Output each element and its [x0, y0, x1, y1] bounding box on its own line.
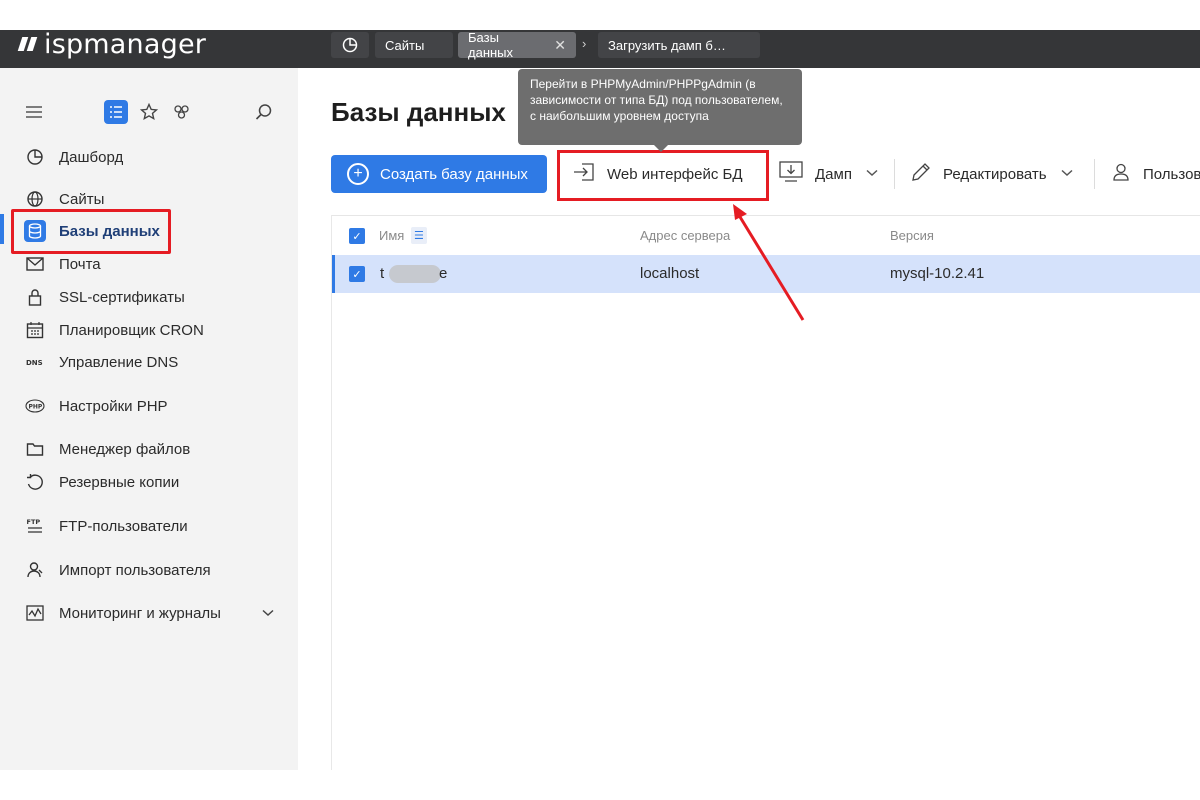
tab-dashboard[interactable] [331, 32, 369, 58]
column-header-version[interactable]: Версия [890, 228, 934, 243]
cell-version: mysql-10.2.41 [890, 265, 985, 282]
redacted-blur [389, 265, 441, 283]
php-icon: PHP [24, 395, 46, 417]
tab-sites-label: Сайты [385, 37, 425, 53]
sidebar-toolbar [0, 98, 298, 128]
sidebar: Дашборд Сайты Базы данных Почта SSL-серт… [0, 68, 298, 770]
select-all-checkbox[interactable]: ✓ [349, 228, 365, 244]
tab-databases-label: Базы данных [468, 30, 514, 60]
monitoring-icon [24, 602, 46, 624]
cell-name-end: e [439, 265, 448, 282]
users-button[interactable]: Пользов [1111, 155, 1200, 193]
sidebar-item-label: Резервные копии [59, 473, 180, 491]
star-icon[interactable] [137, 100, 161, 124]
sidebar-item-label: Планировщик CRON [59, 321, 204, 339]
mail-icon [24, 253, 46, 275]
sidebar-item-backups[interactable]: Резервные копии [0, 469, 298, 495]
chevron-down-icon[interactable] [262, 606, 274, 620]
plus-icon: + [347, 163, 369, 185]
tab-databases[interactable]: Базы данных ✕ [458, 30, 576, 60]
annotation-highlight-sidebar [11, 209, 171, 254]
sidebar-item-label: SSL-сертификаты [59, 288, 185, 306]
chevron-down-icon [1061, 168, 1073, 180]
create-database-button[interactable]: + Создать базу данных [331, 155, 547, 193]
calendar-icon [24, 319, 46, 341]
tab-upload-dump-label: Загрузить дамп б… [608, 37, 726, 53]
sidebar-item-label: Импорт пользователя [59, 561, 211, 579]
menu-icon[interactable] [22, 100, 46, 124]
dump-label: Дамп [815, 165, 852, 183]
dns-icon: DNS [24, 351, 46, 373]
apps-icon[interactable] [170, 100, 194, 124]
top-bar: ispmanager Сайты Базы данных ✕ › Загрузи… [0, 28, 1200, 68]
sidebar-item-label: Почта [59, 255, 101, 273]
sidebar-item-ftp[interactable]: FTP FTP-пользователи [0, 513, 298, 539]
chevron-down-icon [866, 168, 878, 180]
sidebar-item-cron[interactable]: Планировщик CRON [0, 317, 298, 343]
svg-text:DNS: DNS [26, 359, 43, 367]
column-header-address[interactable]: Адрес сервера [640, 228, 730, 243]
column-header-name[interactable]: Имя [379, 228, 404, 243]
list-icon[interactable] [104, 100, 128, 124]
lock-icon [24, 286, 46, 308]
cell-name-start: t [380, 265, 385, 282]
globe-icon [24, 188, 46, 210]
user-import-icon [24, 559, 46, 581]
page-title: Базы данных [331, 97, 506, 127]
row-checkbox[interactable]: ✓ [349, 266, 365, 282]
tooltip-text: Перейти в PHPMyAdmin/PHPPgAdmin (в завис… [530, 77, 783, 123]
sidebar-item-dashboard[interactable]: Дашборд [0, 144, 298, 170]
svg-text:FTP: FTP [27, 518, 41, 526]
user-icon [1111, 162, 1131, 187]
sidebar-item-label: Сайты [59, 190, 105, 208]
download-icon [779, 160, 803, 188]
folder-icon [24, 438, 46, 460]
tab-sites[interactable]: Сайты [375, 32, 453, 58]
backup-icon [24, 471, 46, 493]
chevron-right-icon: › [582, 36, 587, 51]
page: ispmanager Сайты Базы данных ✕ › Загрузи… [0, 0, 1200, 800]
logo-mark-icon [18, 37, 38, 51]
sidebar-item-label: Дашборд [59, 148, 124, 166]
dashboard-icon [342, 37, 358, 53]
toolbar-divider [894, 159, 895, 189]
toolbar-divider [1094, 159, 1095, 189]
sort-icon[interactable]: ☰ [411, 227, 427, 244]
svg-text:PHP: PHP [29, 404, 43, 411]
sidebar-item-label: Менеджер файлов [59, 440, 191, 458]
sidebar-item-dns[interactable]: DNS Управление DNS [0, 349, 298, 375]
sidebar-item-label: Настройки PHP [59, 397, 168, 415]
users-label: Пользов [1143, 165, 1200, 183]
sidebar-item-files[interactable]: Менеджер файлов [0, 436, 298, 462]
sidebar-item-mail[interactable]: Почта [0, 251, 298, 277]
create-database-label: Создать базу данных [380, 165, 528, 183]
edit-label: Редактировать [943, 165, 1047, 183]
sidebar-item-label: FTP-пользователи [59, 517, 188, 535]
tooltip: Перейти в PHPMyAdmin/PHPPgAdmin (в завис… [518, 69, 802, 152]
ftp-icon: FTP [24, 515, 46, 537]
sidebar-item-monitoring[interactable]: Мониторинг и журналы [0, 600, 298, 626]
search-icon[interactable] [252, 100, 276, 124]
annotation-highlight-web [557, 150, 769, 201]
edit-button[interactable]: Редактировать [911, 155, 1073, 193]
logo[interactable]: ispmanager [18, 28, 207, 60]
annotation-arrow [733, 204, 805, 321]
dump-button[interactable]: Дамп [779, 155, 878, 193]
sidebar-item-label: Мониторинг и журналы [59, 604, 221, 622]
logo-text: ispmanager [44, 28, 207, 60]
pencil-icon [911, 162, 931, 187]
tab-upload-dump[interactable]: Загрузить дамп б… [598, 32, 760, 58]
cell-address: localhost [640, 265, 700, 282]
dashboard-icon [24, 146, 46, 168]
sidebar-item-ssl[interactable]: SSL-сертификаты [0, 284, 298, 310]
sidebar-item-label: Управление DNS [59, 353, 179, 371]
close-icon[interactable]: ✕ [554, 37, 566, 54]
sidebar-item-import-user[interactable]: Импорт пользователя [0, 557, 298, 583]
sidebar-item-php[interactable]: PHP Настройки PHP [0, 393, 298, 419]
